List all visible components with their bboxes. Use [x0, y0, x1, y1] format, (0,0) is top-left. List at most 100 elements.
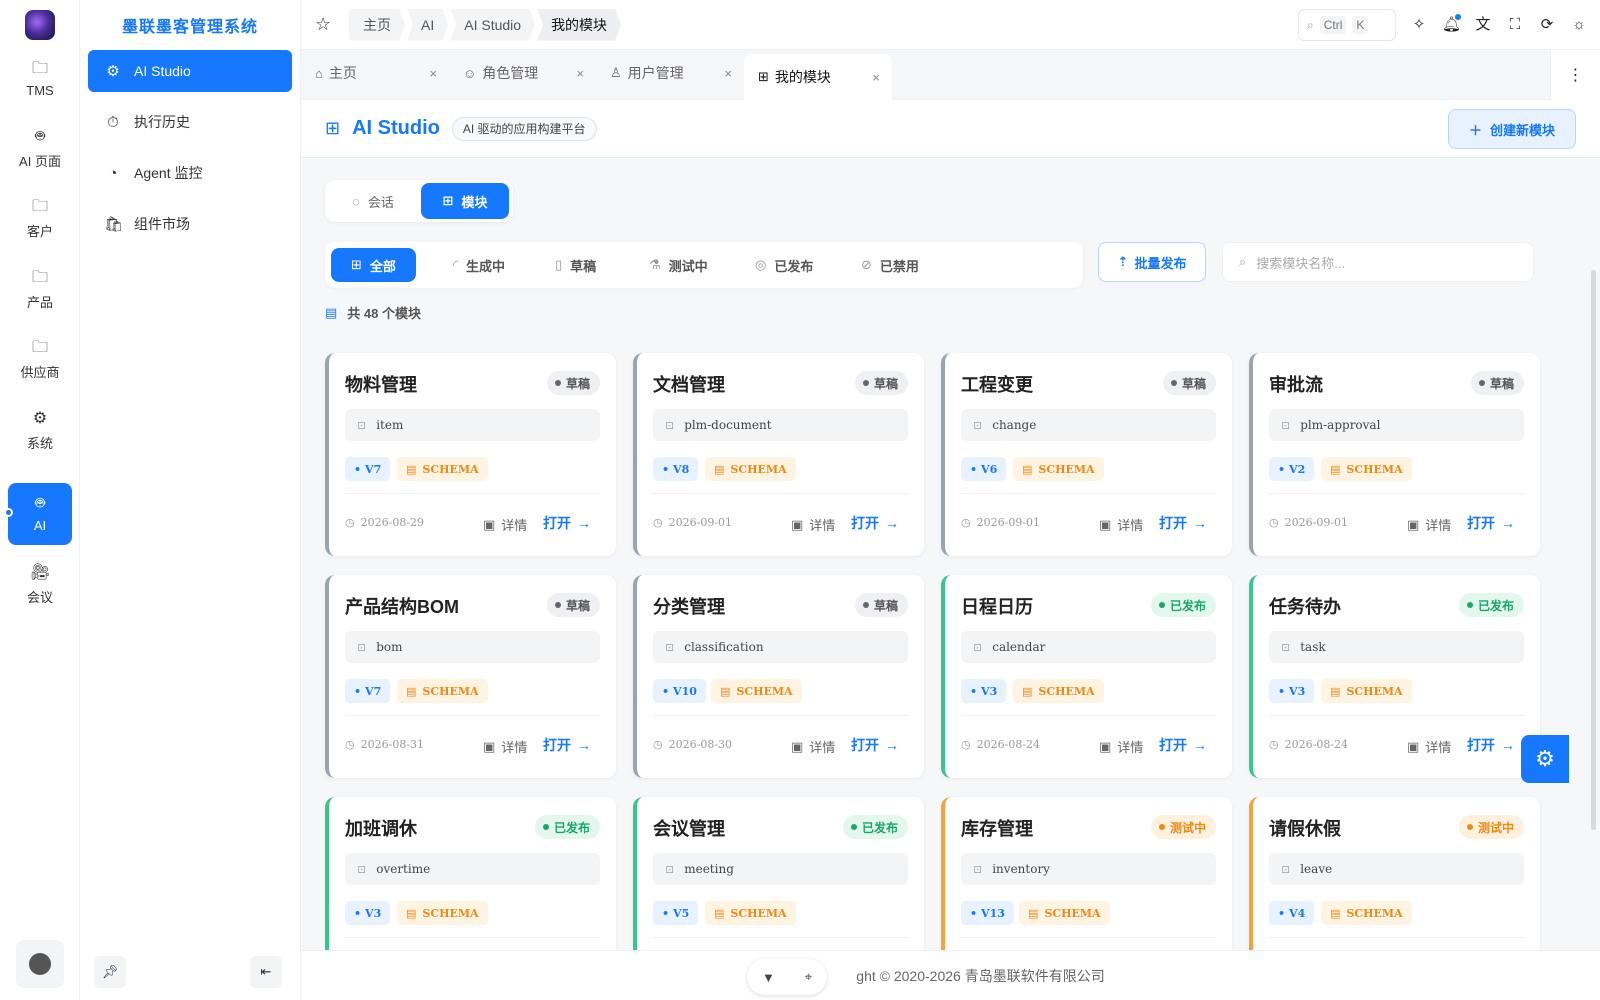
filter-published[interactable]: ◎ 已发布	[735, 248, 833, 282]
filter-label: 已发布	[774, 258, 814, 274]
rail-item-meeting[interactable]: 🎥︎ 会议	[8, 554, 72, 616]
mode-label: 会话	[367, 194, 394, 210]
vue-logo-icon[interactable]: ▼	[762, 970, 775, 985]
app-logo[interactable]	[25, 10, 55, 40]
detail-button[interactable]: ▣ 详情	[791, 515, 835, 534]
open-button[interactable]: 打开 →	[1159, 735, 1207, 755]
collapse-sidebar-button[interactable]: ⇤	[250, 956, 282, 988]
dot-icon: •	[662, 906, 670, 920]
open-button[interactable]: 打开 →	[1467, 513, 1515, 533]
divider	[345, 937, 600, 938]
filter-label: 草稿	[570, 258, 597, 274]
module-card[interactable]: 审批流 草稿 ⊡ plm-approval • V2 ▤ SCHEMA ◷ 2026-09-01 ▣…	[1249, 353, 1540, 556]
module-card[interactable]: 日程日历 已发布 ⊡ calendar • V3 ▤ SCHEMA ◷ 2026-08-24 ▣ 详情…	[941, 575, 1232, 778]
open-button[interactable]: 打开 →	[851, 735, 899, 755]
rail-item-system[interactable]: ⚙ 系统	[8, 400, 72, 462]
open-button[interactable]: 打开 →	[543, 735, 591, 755]
mode-modules[interactable]: ⊞ 模块	[421, 183, 509, 219]
translate-icon[interactable]: 文	[1474, 16, 1492, 34]
folder-icon: 🗀	[31, 338, 48, 356]
target-icon[interactable]: ⌖	[805, 969, 812, 985]
module-card[interactable]: 工程变更 草稿 ⊡ change • V6 ▤ SCHEMA ◷ 2026-09-01 ▣ 详情 打开 →	[941, 353, 1232, 556]
star-icon[interactable]: ☆	[315, 14, 335, 35]
status-dot	[554, 602, 561, 608]
detail-button[interactable]: ▣ 详情	[483, 737, 527, 756]
rail-item-tms[interactable]: 🗀 TMS	[8, 48, 72, 110]
module-search-input[interactable]: ⌕ 搜索模块名称...	[1222, 242, 1534, 282]
rail-item-supplier[interactable]: 🗀 供应商	[8, 329, 72, 391]
tab-home[interactable]: ⌂ 主页 ×	[301, 50, 449, 96]
open-button[interactable]: 打开 →	[543, 513, 591, 533]
close-icon[interactable]: ×	[724, 66, 732, 81]
open-label: 打开	[1467, 737, 1495, 753]
fullscreen-icon[interactable]: ⛶	[1506, 16, 1524, 34]
breadcrumb-item[interactable]: AI	[407, 9, 448, 41]
filter-draft[interactable]: ▯ 草稿	[535, 248, 616, 282]
mode-chat[interactable]: ◌ 会话	[329, 183, 417, 219]
module-card[interactable]: 文档管理 草稿 ⊡ plm-document • V8 ▤ SCHEMA ◷ 2026-09-01…	[633, 353, 924, 556]
status-badge: 已发布	[1150, 593, 1216, 617]
module-card[interactable]: 会议管理已发布⊡meeting•V5▤SCHEMA▣详情打开→	[633, 797, 924, 950]
filter-disabled[interactable]: ⊘ 已禁用	[841, 248, 939, 282]
filter-generating[interactable]: ◜ 生成中	[433, 248, 525, 282]
module-card[interactable]: 任务待办 已发布 ⊡ task • V3 ▤ SCHEMA ◷ 2026-08-24 ▣ 详情 打开 →	[1249, 575, 1540, 778]
close-icon[interactable]: ×	[429, 66, 437, 81]
settings-float-button[interactable]: ⚙	[1521, 735, 1569, 783]
detail-button[interactable]: ▣ 详情	[1099, 737, 1143, 756]
sidebar-item-agent-monitor[interactable]: ◔ Agent 监控	[88, 152, 292, 194]
module-card[interactable]: 产品结构BOM 草稿 ⊡ bom • V7 ▤ SCHEMA ◷ 2026-08-31 ▣ 详情 打开 →	[325, 575, 616, 778]
scrollbar[interactable]	[1591, 270, 1596, 830]
sidebar-item-ai-studio[interactable]: ⚙ AI Studio	[88, 50, 292, 92]
breadcrumb-item[interactable]: 主页	[349, 9, 405, 41]
rail-item-ai[interactable]: 🤖︎ AI	[8, 483, 72, 545]
rail-item-product[interactable]: 🗀 产品	[8, 259, 72, 321]
close-icon[interactable]: ×	[576, 66, 584, 81]
detail-button[interactable]: ▣ 详情	[1407, 515, 1451, 534]
refresh-icon[interactable]: ⟳	[1538, 16, 1556, 34]
date-text: 2026-08-24	[1284, 738, 1349, 751]
rail-item-label: TMS	[26, 82, 54, 98]
module-card[interactable]: 分类管理 草稿 ⊡ classification • V10 ▤ SCHEMA ◷ 2026-08…	[633, 575, 924, 778]
close-icon[interactable]: ×	[872, 70, 880, 85]
grid-icon: ⊞	[351, 257, 362, 272]
pin-button[interactable]: 📌︎	[94, 956, 126, 988]
detail-label: 详情	[809, 518, 836, 533]
module-card[interactable]: 物料管理 草稿 ⊡ item • V7 ▤ SCHEMA ◷ 2026-08-29 ▣ 详情 打开 →	[325, 353, 616, 556]
detail-button[interactable]: ▣ 详情	[791, 737, 835, 756]
grid-icon: ⊞	[758, 69, 769, 84]
schema-tag: ▤ SCHEMA	[705, 457, 796, 481]
sidebar-item-component-market[interactable]: 🛍︎ 组件市场	[88, 203, 292, 245]
more-menu-button[interactable]: ⋮	[1550, 50, 1600, 100]
rail-item-customer[interactable]: 🗀 客户	[8, 188, 72, 250]
sparkle-icon[interactable]: ✧	[1410, 16, 1428, 34]
detail-button[interactable]: ▣ 详情	[1099, 515, 1143, 534]
tab-user-management[interactable]: ♙ 用户管理 ×	[596, 50, 744, 96]
create-module-button[interactable]: ＋ 创建新模块	[1448, 109, 1576, 149]
detail-button[interactable]: ▣ 详情	[1407, 737, 1451, 756]
user-avatar[interactable]	[16, 940, 64, 988]
bell-icon[interactable]: 🔔︎	[1442, 14, 1461, 34]
schema-tag: ▤ SCHEMA	[1321, 457, 1412, 481]
filter-testing[interactable]: ⚗ 测试中	[629, 248, 728, 282]
open-button[interactable]: 打开 →	[1467, 735, 1515, 755]
open-button[interactable]: 打开 →	[851, 513, 899, 533]
batch-publish-button[interactable]: ⇡ 批量发布	[1098, 242, 1206, 282]
theme-icon[interactable]: ☼	[1570, 16, 1588, 34]
module-card[interactable]: 加班调休已发布⊡overtime•V3▤SCHEMA▣详情打开→	[325, 797, 616, 950]
tab-label: 主页	[328, 65, 357, 81]
breadcrumb-item[interactable]: AI Studio	[450, 9, 535, 41]
detail-button[interactable]: ▣ 详情	[483, 515, 527, 534]
module-card[interactable]: 库存管理测试中⊡inventory•V13▤SCHEMA▣详情打开→	[941, 797, 1232, 950]
tab-my-modules[interactable]: ⊞ 我的模块 ×	[744, 54, 892, 100]
open-button[interactable]: 打开 →	[1159, 513, 1207, 533]
search-placeholder: 搜索模块名称...	[1256, 255, 1346, 271]
flask-icon: ⚗	[649, 257, 661, 272]
status-badge: 草稿	[854, 593, 908, 617]
sidebar-item-history[interactable]: ⏱ 执行历史	[88, 101, 292, 143]
filter-all[interactable]: ⊞ 全部	[331, 248, 416, 282]
global-search[interactable]: ⌕ Ctrl K	[1298, 9, 1396, 41]
module-card[interactable]: 请假休假测试中⊡leave•V4▤SCHEMA▣详情打开→	[1249, 797, 1540, 950]
tab-role-management[interactable]: ☺ 角色管理 ×	[449, 50, 596, 96]
code-icon: ⊡	[973, 862, 983, 876]
rail-item-ai-page[interactable]: 🤖︎ AI 页面	[8, 118, 72, 180]
